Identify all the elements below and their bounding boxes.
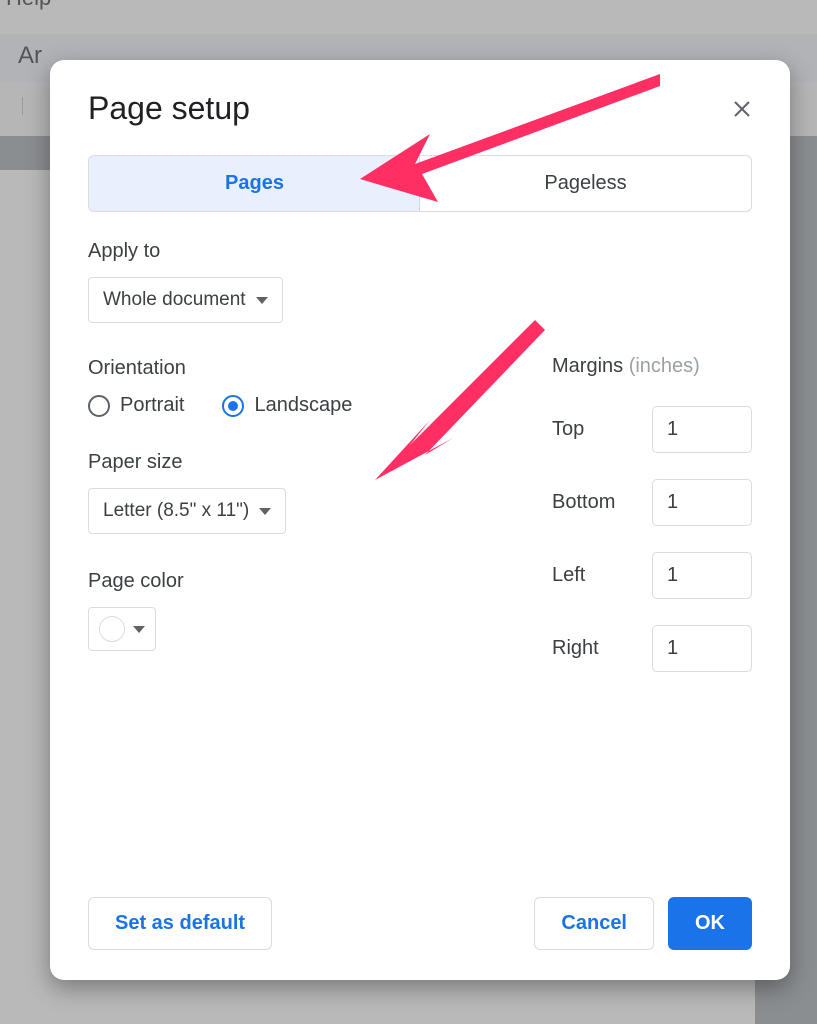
margin-left-input[interactable] xyxy=(652,552,752,599)
orientation-label: Orientation xyxy=(88,357,492,380)
apply-to-value: Whole document xyxy=(103,289,246,311)
tab-pageless[interactable]: Pageless xyxy=(420,156,751,211)
cancel-button[interactable]: Cancel xyxy=(534,897,654,950)
paper-size-dropdown[interactable]: Letter (8.5" x 11") xyxy=(88,488,286,534)
orientation-landscape-radio[interactable]: Landscape xyxy=(222,394,352,417)
margins-unit: (inches) xyxy=(629,355,700,377)
ok-button[interactable]: OK xyxy=(668,897,752,950)
page-color-label: Page color xyxy=(88,570,492,593)
close-icon xyxy=(733,100,751,118)
apply-to-dropdown[interactable]: Whole document xyxy=(88,277,283,323)
margin-top-label: Top xyxy=(552,418,584,441)
dialog-title: Page setup xyxy=(88,90,250,127)
margin-right-label: Right xyxy=(552,637,599,660)
orientation-landscape-label: Landscape xyxy=(254,394,352,417)
caret-down-icon xyxy=(259,508,271,515)
apply-to-label: Apply to xyxy=(88,240,752,263)
paper-size-label: Paper size xyxy=(88,451,492,474)
tab-pages[interactable]: Pages xyxy=(89,156,420,211)
radio-icon xyxy=(222,395,244,417)
page-setup-dialog: Page setup Pages Pageless Apply to Whole… xyxy=(50,60,790,980)
orientation-portrait-label: Portrait xyxy=(120,394,184,417)
margin-top-input[interactable] xyxy=(652,406,752,453)
viewport: Help Ar Page setup Pages Pageless Apply … xyxy=(0,0,817,1024)
caret-down-icon xyxy=(133,626,145,633)
set-as-default-button[interactable]: Set as default xyxy=(88,897,272,950)
paper-size-value: Letter (8.5" x 11") xyxy=(103,500,249,522)
orientation-portrait-radio[interactable]: Portrait xyxy=(88,394,184,417)
margin-left-label: Left xyxy=(552,564,585,587)
radio-icon xyxy=(88,395,110,417)
margin-bottom-label: Bottom xyxy=(552,491,615,514)
margin-right-input[interactable] xyxy=(652,625,752,672)
margins-label: Margins (inches) xyxy=(552,355,752,378)
caret-down-icon xyxy=(256,297,268,304)
margin-bottom-input[interactable] xyxy=(652,479,752,526)
page-color-dropdown[interactable] xyxy=(88,607,156,651)
close-button[interactable] xyxy=(732,99,752,119)
margins-word: Margins xyxy=(552,355,623,377)
tab-group: Pages Pageless xyxy=(88,155,752,212)
color-swatch-icon xyxy=(99,616,125,642)
